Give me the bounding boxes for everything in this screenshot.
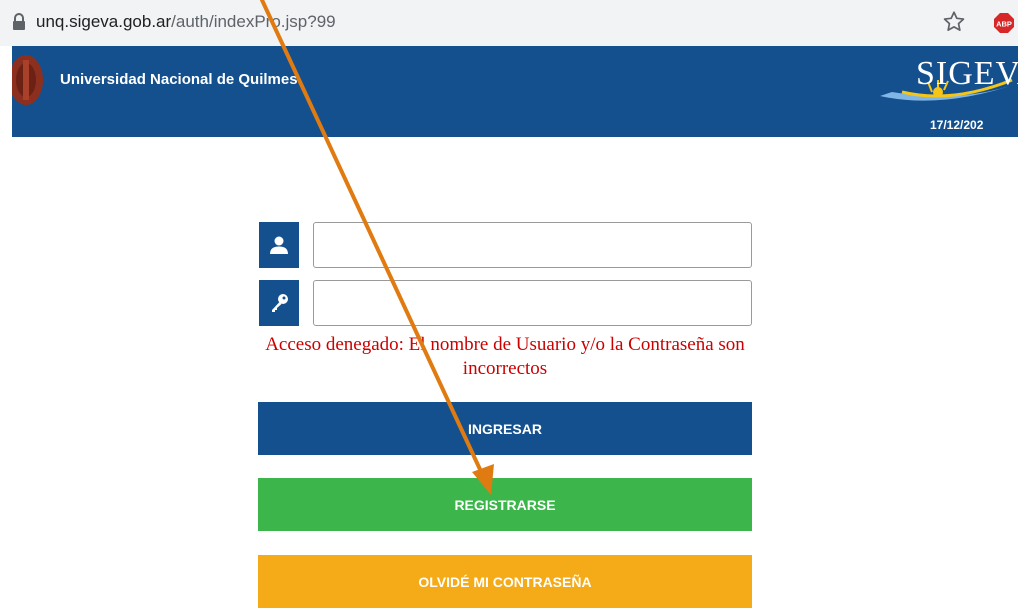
lock-icon bbox=[13, 13, 25, 30]
url-host: unq.sigeva.gob.ar bbox=[36, 12, 172, 31]
bookmark-star-icon[interactable] bbox=[941, 9, 967, 35]
adblock-plus-icon[interactable]: ABP bbox=[993, 12, 1015, 34]
key-icon bbox=[272, 294, 288, 312]
university-logo bbox=[12, 55, 43, 105]
user-icon bbox=[270, 236, 288, 254]
user-field-icon-box bbox=[259, 222, 299, 268]
url-path: /auth/indexPro.jsp?99 bbox=[171, 12, 336, 31]
registrarse-button[interactable]: REGISTRARSE bbox=[258, 478, 752, 531]
adblock-label: ABP bbox=[996, 20, 1012, 29]
address-bar[interactable]: unq.sigeva.gob.ar/auth/indexPro.jsp?99 bbox=[36, 12, 336, 32]
username-input[interactable] bbox=[313, 222, 752, 268]
sigeva-logo-text: SIGEVA bbox=[916, 55, 1018, 92]
login-error-message: Acceso denegado: El nombre de Usuario y/… bbox=[265, 334, 745, 379]
browser-toolbar: unq.sigeva.gob.ar/auth/indexPro.jsp?99 A… bbox=[0, 0, 1018, 46]
password-field-icon-box bbox=[259, 280, 299, 326]
header-date: 17/12/202 bbox=[930, 118, 984, 132]
site-header: Universidad Nacional de Quilmes SIGEVA 1… bbox=[12, 46, 1018, 137]
forgot-password-button[interactable]: OLVIDÉ MI CONTRASEÑA bbox=[258, 555, 752, 608]
ingresar-button[interactable]: INGRESAR bbox=[258, 402, 752, 455]
university-name: Universidad Nacional de Quilmes bbox=[60, 71, 298, 88]
password-input[interactable] bbox=[313, 280, 752, 326]
